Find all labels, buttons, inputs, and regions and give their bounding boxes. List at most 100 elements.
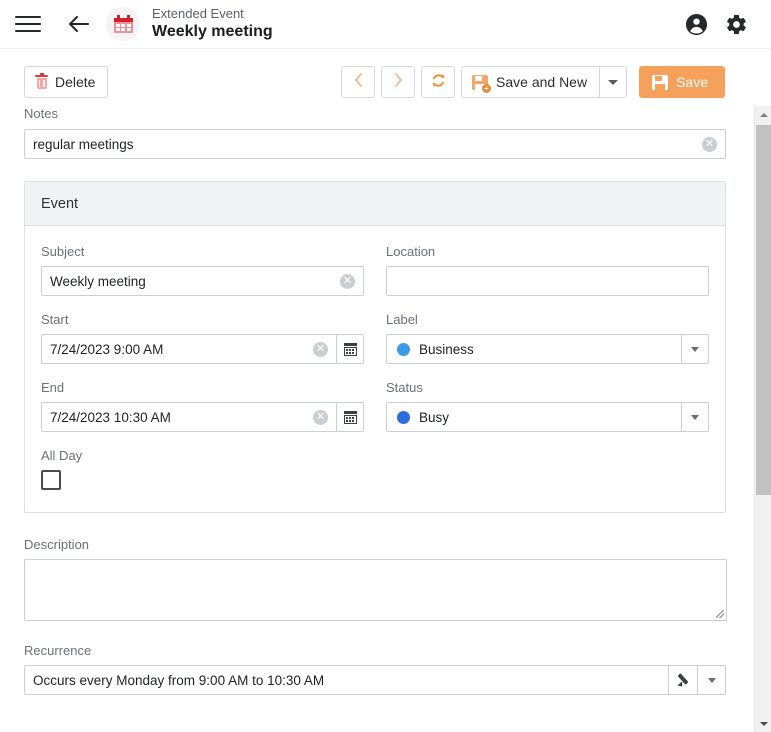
end-datetime-field: 7/24/2023 10:30 AM ✕ (41, 402, 364, 432)
caret-down-icon (608, 79, 619, 85)
page-title: Extended Event Weekly meeting (152, 5, 273, 41)
save-and-new-button[interactable]: + Save and New (461, 66, 600, 98)
clear-circle-icon[interactable]: ✕ (313, 409, 328, 425)
clear-circle-icon[interactable]: ✕ (313, 341, 328, 357)
scroll-thumb[interactable] (756, 125, 771, 495)
start-field-group: Start 7/24/2023 9:00 AM ✕ (41, 312, 364, 364)
label-select-dropdown-button[interactable] (681, 334, 709, 364)
end-field-group: End 7/24/2023 10:30 AM ✕ (41, 380, 364, 432)
save-new-icon: + (472, 74, 492, 93)
resize-grip-icon[interactable] (716, 610, 724, 618)
save-and-new-label: Save and New (496, 74, 588, 90)
event-group-panel: Event Subject Weekly meeting ✕ Location (24, 181, 726, 513)
calendar-icon (343, 410, 357, 424)
app-root: Extended Event Weekly meeting Delete + S… (0, 0, 771, 732)
page-title-text: Weekly meeting (152, 22, 273, 40)
event-group-title: Event (41, 195, 79, 212)
caret-down-icon (691, 414, 699, 420)
start-input[interactable]: 7/24/2023 9:00 AM ✕ (41, 334, 336, 364)
row-end-status: End 7/24/2023 10:30 AM ✕ Status Busy (41, 380, 709, 432)
event-group-body: Subject Weekly meeting ✕ Location Start … (25, 226, 725, 512)
status-select-dropdown-button[interactable] (681, 402, 709, 432)
status-label: Status (386, 380, 423, 395)
status-color-dot (397, 410, 410, 424)
delete-button[interactable]: Delete (24, 66, 109, 98)
refresh-button[interactable] (421, 66, 456, 98)
previous-record-button[interactable] (341, 66, 376, 98)
recurrence-value: Occurs every Monday from 9:00 AM to 10:3… (33, 672, 325, 688)
subject-field-group: Subject Weekly meeting ✕ (41, 244, 364, 296)
start-label: Start (41, 312, 69, 327)
clear-circle-icon[interactable]: ✕ (702, 136, 717, 152)
subject-input[interactable]: Weekly meeting ✕ (41, 266, 364, 296)
all-day-field-group: All Day (41, 448, 709, 490)
gear-icon[interactable] (721, 9, 751, 39)
hamburger-icon[interactable] (14, 14, 42, 34)
end-calendar-picker-button[interactable] (336, 402, 364, 432)
end-value: 7/24/2023 10:30 AM (50, 409, 171, 425)
clear-circle-icon[interactable]: ✕ (340, 273, 355, 289)
description-label: Description (24, 537, 90, 552)
label-select: Business (386, 334, 709, 364)
form-content: Notes regular meetings ✕ Event Subject W… (0, 106, 740, 732)
save-and-new-dropdown-button[interactable] (599, 66, 628, 98)
recurrence-field: Occurs every Monday from 9:00 AM to 10:3… (24, 665, 726, 695)
save-button[interactable]: Save (639, 66, 725, 98)
start-datetime-field: 7/24/2023 9:00 AM ✕ (41, 334, 364, 364)
chevron-right-icon (394, 73, 403, 91)
location-label: Location (386, 244, 436, 259)
all-day-label: All Day (41, 448, 83, 463)
label-field-group: Label Business (386, 312, 709, 364)
notes-label: Notes (24, 106, 58, 121)
page-supertitle: Extended Event (152, 5, 244, 21)
status-field-group: Status Busy (386, 380, 709, 432)
account-circle-icon[interactable] (681, 9, 711, 39)
trash-icon (35, 72, 48, 90)
next-record-button[interactable] (381, 66, 416, 98)
label-select-value-box[interactable]: Business (386, 334, 681, 364)
form-toolbar: Delete + Save and New Save (0, 58, 740, 106)
subject-value: Weekly meeting (50, 273, 146, 289)
status-select-value: Busy (419, 409, 450, 425)
end-label: End (41, 380, 65, 395)
notes-value: regular meetings (33, 136, 134, 152)
pencil-icon (676, 673, 690, 689)
vertical-scrollbar[interactable] (754, 106, 771, 732)
notes-field-group: Notes regular meetings ✕ (24, 106, 726, 159)
recurrence-dropdown-button[interactable] (697, 665, 726, 695)
start-value: 7/24/2023 9:00 AM (50, 341, 164, 357)
all-day-checkbox[interactable] (41, 470, 61, 490)
back-arrow-icon[interactable] (62, 9, 96, 39)
location-field-group: Location (386, 244, 709, 296)
recurrence-edit-button[interactable] (668, 665, 697, 695)
calendar-icon (343, 342, 357, 356)
scroll-up-arrow-icon[interactable] (755, 106, 771, 123)
location-input[interactable] (386, 266, 709, 296)
refresh-icon (430, 72, 447, 92)
caret-down-icon (707, 677, 716, 683)
row-subject-location: Subject Weekly meeting ✕ Location (41, 244, 709, 296)
recurrence-field-group: Recurrence Occurs every Monday from 9:00… (24, 643, 726, 695)
description-textarea[interactable] (24, 559, 727, 621)
chevron-left-icon (354, 73, 363, 91)
save-icon (652, 74, 669, 90)
label-color-dot (397, 342, 410, 356)
start-calendar-picker-button[interactable] (336, 334, 364, 364)
subject-label: Subject (41, 244, 85, 259)
save-and-new-split-button: + Save and New (461, 66, 628, 98)
caret-down-icon (691, 346, 699, 352)
app-header: Extended Event Weekly meeting (0, 0, 771, 49)
label-select-value: Business (419, 341, 474, 357)
save-button-label: Save (676, 74, 708, 90)
event-group-header: Event (25, 182, 725, 226)
calendar-icon (106, 7, 140, 41)
description-field-group: Description (24, 537, 727, 621)
recurrence-input[interactable]: Occurs every Monday from 9:00 AM to 10:3… (24, 665, 668, 695)
status-select: Busy (386, 402, 709, 432)
end-input[interactable]: 7/24/2023 10:30 AM ✕ (41, 402, 336, 432)
row-start-label: Start 7/24/2023 9:00 AM ✕ Label Business (41, 312, 709, 364)
notes-input[interactable]: regular meetings ✕ (24, 129, 726, 159)
label-field-label: Label (386, 312, 418, 327)
status-select-value-box[interactable]: Busy (386, 402, 681, 432)
scroll-down-arrow-icon[interactable] (755, 715, 771, 732)
